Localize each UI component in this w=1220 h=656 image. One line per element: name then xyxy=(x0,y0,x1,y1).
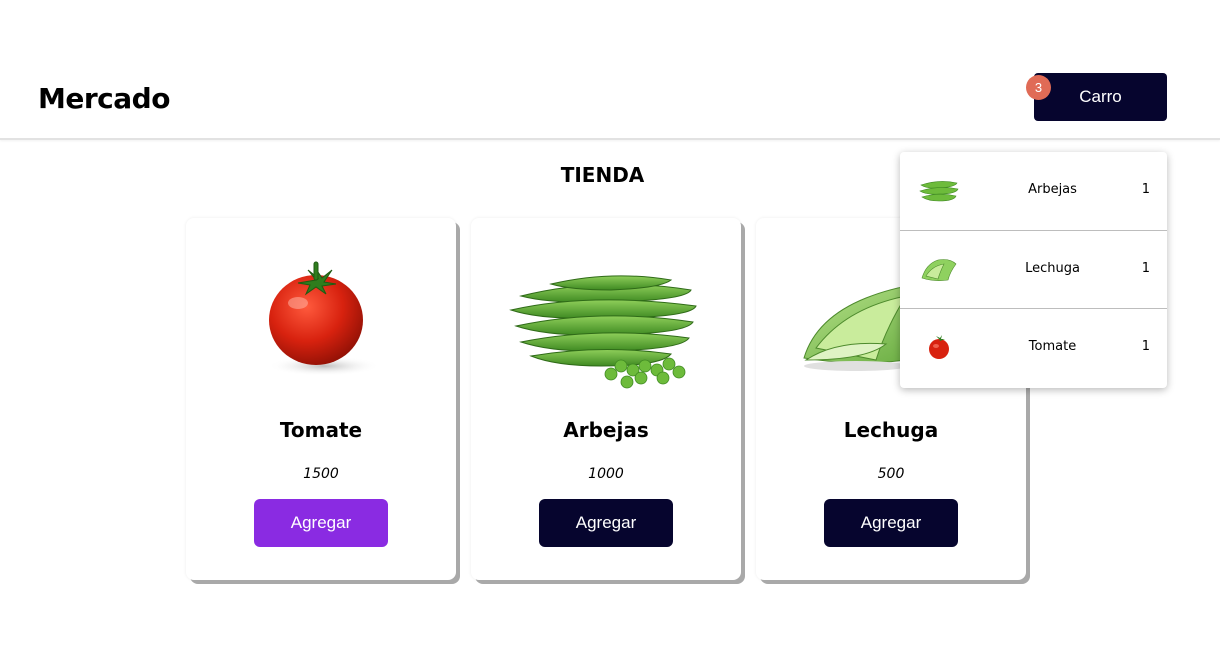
product-name: Tomate xyxy=(279,418,363,442)
cart-item-qty: 1 xyxy=(1141,261,1150,276)
add-to-cart-button[interactable]: Agregar xyxy=(539,499,673,547)
cart-dropdown: Arbejas 1 Lechuga 1 Tomate 1 xyxy=(900,152,1167,388)
product-name: Lechuga xyxy=(843,418,939,442)
product-card-arbejas: Arbejas 1000 Agregar xyxy=(471,218,741,580)
tomato-thumbnail xyxy=(929,335,949,359)
product-price: 1000 xyxy=(588,466,624,482)
product-name: Arbejas xyxy=(563,418,649,442)
cart-item-qty: 1 xyxy=(1141,339,1150,354)
lettuce-thumbnail xyxy=(921,259,957,281)
cart-button[interactable]: Carro xyxy=(1034,73,1167,121)
header: Mercado Carro 3 xyxy=(0,0,1220,140)
product-card-tomate: Tomate 1500 Agregar xyxy=(186,218,456,580)
cart-count-badge: 3 xyxy=(1026,75,1051,100)
cart-item-qty: 1 xyxy=(1141,182,1150,197)
cart-item-name: Tomate xyxy=(1028,339,1077,354)
peas-thumbnail xyxy=(919,181,959,202)
cart-item-name: Arbejas xyxy=(1028,182,1077,197)
tomato-image xyxy=(268,261,380,376)
add-to-cart-button[interactable]: Agregar xyxy=(254,499,388,547)
product-price: 500 xyxy=(877,466,905,482)
cart-item-name: Lechuga xyxy=(1025,261,1080,276)
product-price: 1500 xyxy=(303,466,339,482)
peas-image xyxy=(509,275,697,389)
cart-item[interactable]: Tomate 1 xyxy=(900,308,1167,386)
brand-title: Mercado xyxy=(38,82,170,115)
cart-item[interactable]: Arbejas 1 xyxy=(900,152,1167,230)
add-to-cart-button[interactable]: Agregar xyxy=(824,499,958,547)
page: Mercado Carro 3 TIENDA Tomate 1500 Agreg… xyxy=(0,0,1220,656)
cart-item[interactable]: Lechuga 1 xyxy=(900,230,1167,308)
